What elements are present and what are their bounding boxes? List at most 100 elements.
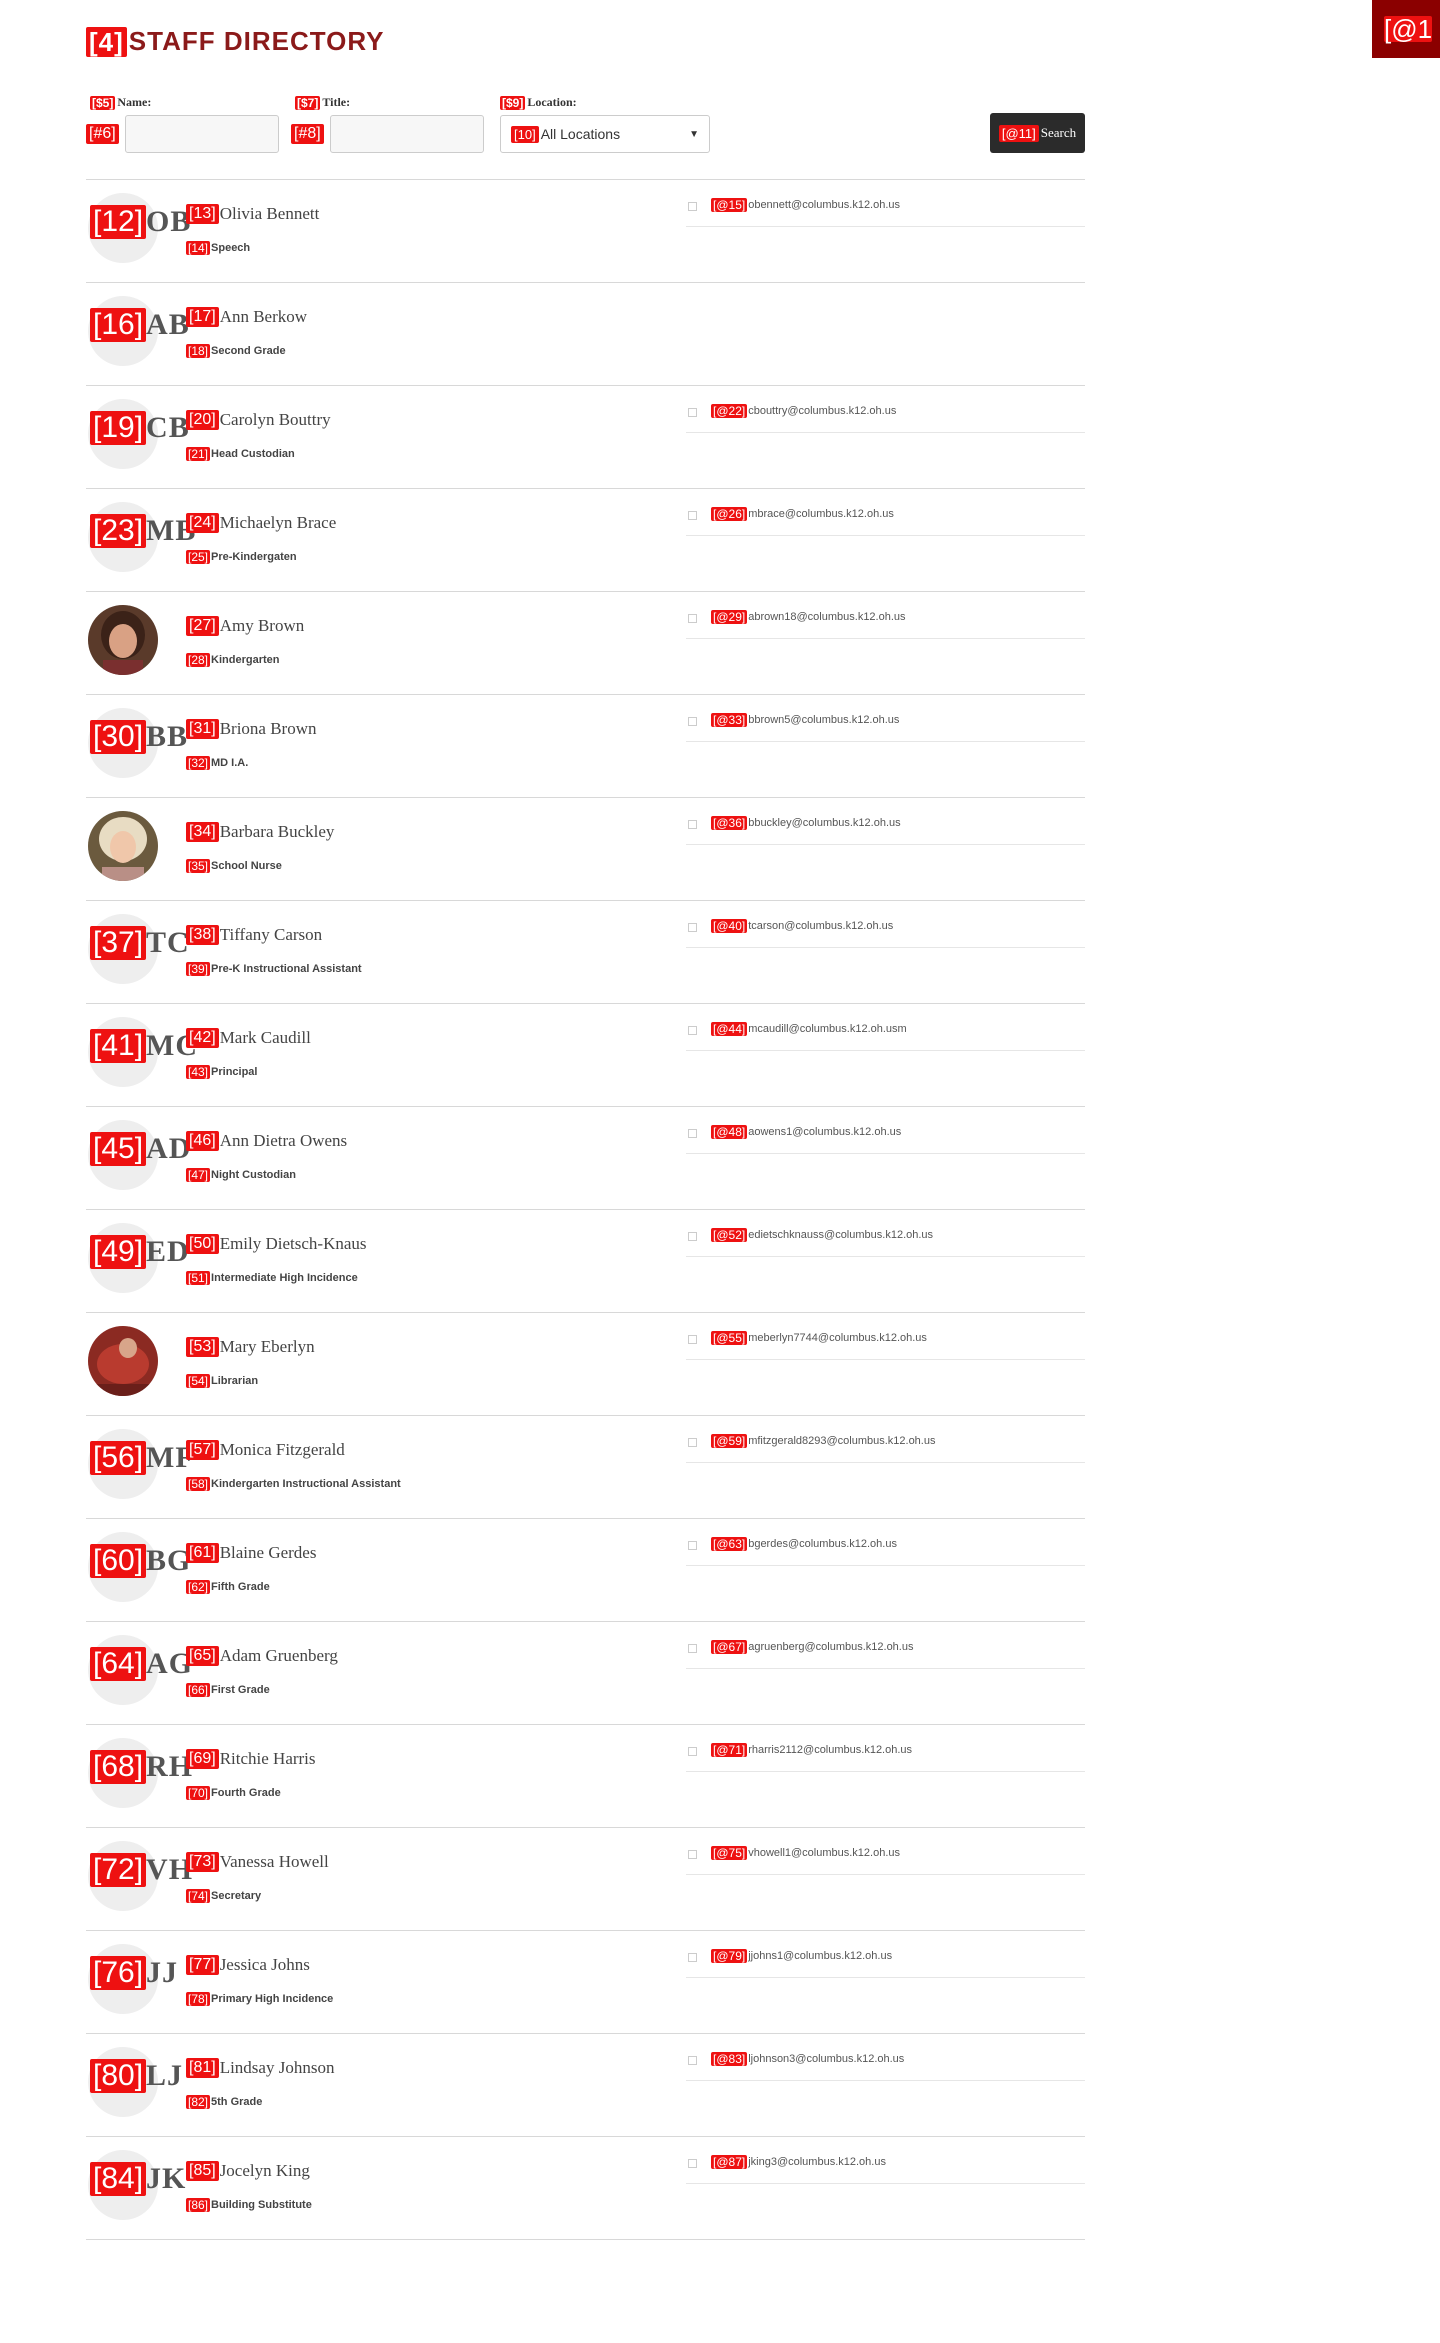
staff-title: [35] School Nurse	[186, 859, 282, 873]
avatar-initials: BB	[146, 720, 189, 753]
name-input[interactable]	[124, 115, 279, 153]
staff-row: [37] TC [38] Tiffany Carson [39] Pre-K I…	[86, 901, 1085, 1004]
staff-title-text: Fifth Grade	[211, 1581, 270, 1593]
staff-name: [77] Jessica Johns	[186, 1955, 310, 1975]
title-tag: [51]	[186, 1271, 211, 1285]
email-link[interactable]: [@83] ljohnson3@columbus.k12.oh.us	[711, 2052, 904, 2066]
email-link[interactable]: [@67] agruenberg@columbus.k12.oh.us	[711, 1640, 913, 1654]
staff-name: [50] Emily Dietsch-Knaus	[186, 1234, 367, 1254]
corner-tag: [@1	[1384, 14, 1433, 44]
email-link[interactable]: [@52] edietschknauss@columbus.k12.oh.us	[711, 1228, 933, 1242]
avatar-initials: AD	[146, 1132, 192, 1165]
title-tag: [32]	[186, 756, 211, 770]
email-block: [@40] tcarson@columbus.k12.oh.us	[686, 919, 1085, 948]
email-link[interactable]: [@15] obennett@columbus.k12.oh.us	[711, 198, 900, 212]
staff-row: [76] JJ [77] Jessica Johns [78] Primary …	[86, 1931, 1085, 2034]
staff-name: [20] Carolyn Bouttry	[186, 410, 331, 430]
staff-name-text: Blaine Gerdes	[219, 1543, 317, 1562]
email-link[interactable]: [@40] tcarson@columbus.k12.oh.us	[711, 919, 893, 933]
email-icon	[688, 511, 697, 520]
email-tag: [@55]	[711, 1331, 748, 1345]
title-tag: [62]	[186, 1580, 211, 1594]
title-tag: [58]	[186, 1477, 211, 1491]
title-input[interactable]	[329, 115, 484, 153]
email-link[interactable]: [@87] jking3@columbus.k12.oh.us	[711, 2155, 886, 2169]
staff-photo	[88, 605, 158, 675]
email-tag: [@29]	[711, 610, 748, 624]
email-block: [@26] mbrace@columbus.k12.oh.us	[686, 507, 1085, 536]
staff-name: [85] Jocelyn King	[186, 2161, 310, 2181]
staff-list: [12] OB [13] Olivia Bennett [14] Speech …	[86, 179, 1085, 2240]
search-button[interactable]: [@11] Search	[990, 113, 1085, 153]
avatar-tag: [12]	[90, 205, 147, 239]
avatar-tag: [80]	[90, 2059, 147, 2093]
email-icon	[688, 1541, 697, 1550]
chevron-down-icon: ▼	[689, 128, 699, 140]
email-text: bbuckley@columbus.k12.oh.us	[748, 817, 901, 829]
name-tag: [34]	[186, 822, 219, 842]
staff-name-text: Carolyn Bouttry	[219, 410, 331, 429]
email-link[interactable]: [@26] mbrace@columbus.k12.oh.us	[711, 507, 894, 521]
email-icon	[688, 1335, 697, 1344]
staff-name: [31] Briona Brown	[186, 719, 316, 739]
location-label-tag: [$9]	[500, 95, 526, 110]
email-link[interactable]: [@55] meberlyn7744@columbus.k12.oh.us	[711, 1331, 927, 1345]
email-link[interactable]: [@36] bbuckley@columbus.k12.oh.us	[711, 816, 901, 830]
staff-row: [12] OB [13] Olivia Bennett [14] Speech …	[86, 180, 1085, 283]
email-link[interactable]: [@59] mfitzgerald8293@columbus.k12.oh.us	[711, 1434, 935, 1448]
email-text: ljohnson3@columbus.k12.oh.us	[748, 2053, 905, 2065]
email-text: abrown18@columbus.k12.oh.us	[748, 611, 906, 623]
name-tag: [65]	[186, 1646, 219, 1666]
email-block: [@52] edietschknauss@columbus.k12.oh.us	[686, 1228, 1085, 1257]
email-block: [@55] meberlyn7744@columbus.k12.oh.us	[686, 1331, 1085, 1360]
email-link[interactable]: [@48] aowens1@columbus.k12.oh.us	[711, 1125, 901, 1139]
staff-avatar: [60] BG	[88, 1532, 190, 1602]
email-link[interactable]: [@22] cbouttry@columbus.k12.oh.us	[711, 404, 896, 418]
email-icon	[688, 1747, 697, 1756]
staff-title: [58] Kindergarten Instructional Assistan…	[186, 1477, 401, 1491]
avatar-initials: OB	[146, 205, 192, 238]
email-link[interactable]: [@63] bgerdes@columbus.k12.oh.us	[711, 1537, 897, 1551]
email-link[interactable]: [@79] jjohns1@columbus.k12.oh.us	[711, 1949, 892, 1963]
email-link[interactable]: [@33] bbrown5@columbus.k12.oh.us	[711, 713, 899, 727]
email-tag: [@67]	[711, 1640, 748, 1654]
title-tag: [70]	[186, 1786, 211, 1800]
staff-name: [34] Barbara Buckley	[186, 822, 334, 842]
location-select-tag: [10]	[511, 125, 539, 143]
email-icon	[688, 1438, 697, 1447]
staff-title: [47] Night Custodian	[186, 1168, 296, 1182]
staff-row: [80] LJ [81] Lindsay Johnson [82] 5th Gr…	[86, 2034, 1085, 2137]
email-text: jjohns1@columbus.k12.oh.us	[748, 1950, 893, 1962]
staff-title: [74] Secretary	[186, 1889, 261, 1903]
staff-row: [72] VH [73] Vanessa Howell [74] Secreta…	[86, 1828, 1085, 1931]
email-text: cbouttry@columbus.k12.oh.us	[748, 405, 897, 417]
email-link[interactable]: [@29] abrown18@columbus.k12.oh.us	[711, 610, 906, 624]
location-select[interactable]: [10] All Locations ▼	[500, 115, 710, 153]
staff-avatar: [41] MC	[88, 1017, 197, 1087]
email-tag: [@15]	[711, 198, 748, 212]
staff-row: [19] CB [20] Carolyn Bouttry [21] Head C…	[86, 386, 1085, 489]
staff-name: [38] Tiffany Carson	[186, 925, 322, 945]
staff-name-text: Mark Caudill	[219, 1028, 311, 1047]
email-link[interactable]: [@71] rharris2112@columbus.k12.oh.us	[711, 1743, 912, 1757]
email-block: [@44] mcaudill@columbus.k12.oh.usm	[686, 1022, 1085, 1051]
name-filter: [#6]	[86, 115, 279, 153]
email-tag: [@44]	[711, 1022, 748, 1036]
avatar-tag: [37]	[90, 926, 147, 960]
email-link[interactable]: [@44] mcaudill@columbus.k12.oh.usm	[711, 1022, 907, 1036]
corner-flag[interactable]: [@1	[1372, 0, 1440, 58]
title-label-tag: [$7]	[295, 95, 321, 110]
title-tag: [54]	[186, 1374, 211, 1388]
email-link[interactable]: [@75] vhowell1@columbus.k12.oh.us	[711, 1846, 900, 1860]
email-icon	[688, 1129, 697, 1138]
staff-photo-image	[88, 605, 158, 675]
email-tag: [@22]	[711, 404, 748, 418]
avatar-tag: [45]	[90, 1132, 147, 1166]
staff-title: [66] First Grade	[186, 1683, 270, 1697]
staff-name-text: Jocelyn King	[219, 2161, 310, 2180]
email-icon	[688, 408, 697, 417]
staff-name-text: Olivia Bennett	[219, 204, 320, 223]
avatar-initials: CB	[146, 411, 190, 444]
name-tag: [57]	[186, 1440, 219, 1460]
email-block: [@87] jking3@columbus.k12.oh.us	[686, 2155, 1085, 2184]
